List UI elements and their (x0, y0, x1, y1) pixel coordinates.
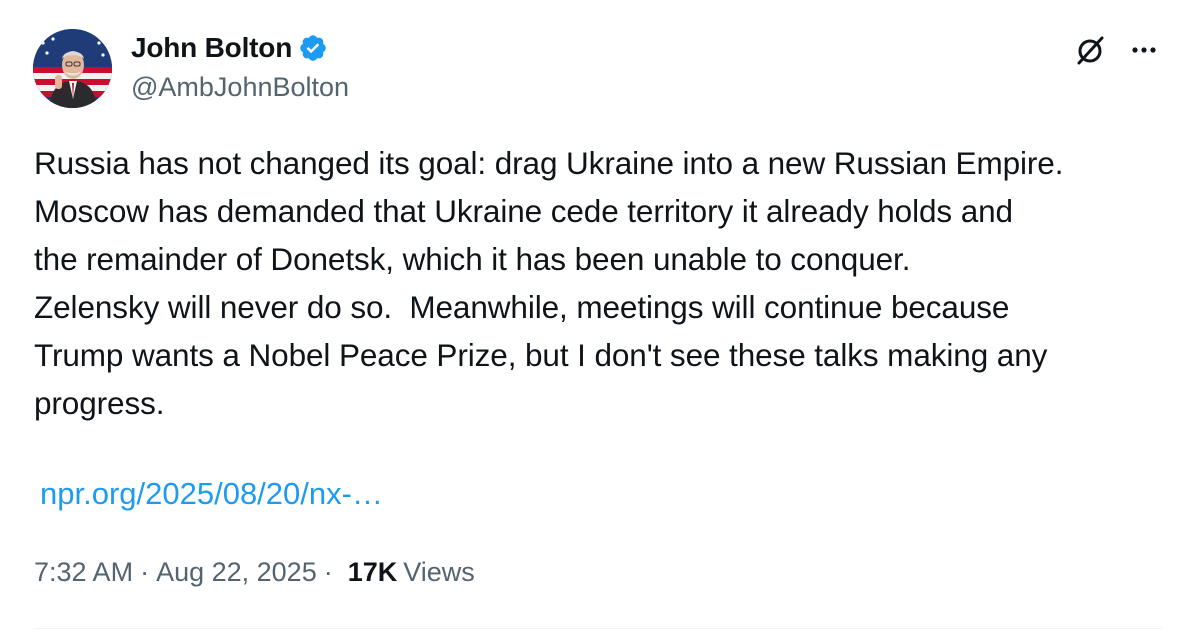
tweet-card: John Bolton @AmbJohnBolton Russia has no… (0, 0, 1196, 630)
verified-badge-icon[interactable] (298, 33, 328, 63)
tweet-time[interactable]: 7:32 AM (34, 557, 133, 588)
views-count[interactable]: 17K (348, 557, 398, 588)
author-name-row[interactable]: John Bolton (131, 30, 328, 66)
tweet-date[interactable]: Aug 22, 2025 (156, 557, 317, 588)
tweet-metadata: 7:32 AM · Aug 22, 2025 · 17K Views (34, 557, 475, 588)
author-display-name[interactable]: John Bolton (131, 32, 292, 64)
views-label[interactable]: Views (403, 557, 475, 588)
grok-icon[interactable] (1071, 30, 1111, 70)
meta-separator: · (323, 557, 333, 587)
divider (34, 628, 1162, 629)
meta-separator: · (140, 557, 150, 587)
avatar[interactable] (33, 29, 112, 108)
author-handle[interactable]: @AmbJohnBolton (131, 72, 349, 103)
more-options-icon[interactable] (1124, 30, 1164, 70)
tweet-link[interactable]: npr.org/2025/08/20/nx-… (40, 476, 383, 512)
tweet-text: Russia has not changed its goal: drag Uk… (34, 145, 1064, 421)
